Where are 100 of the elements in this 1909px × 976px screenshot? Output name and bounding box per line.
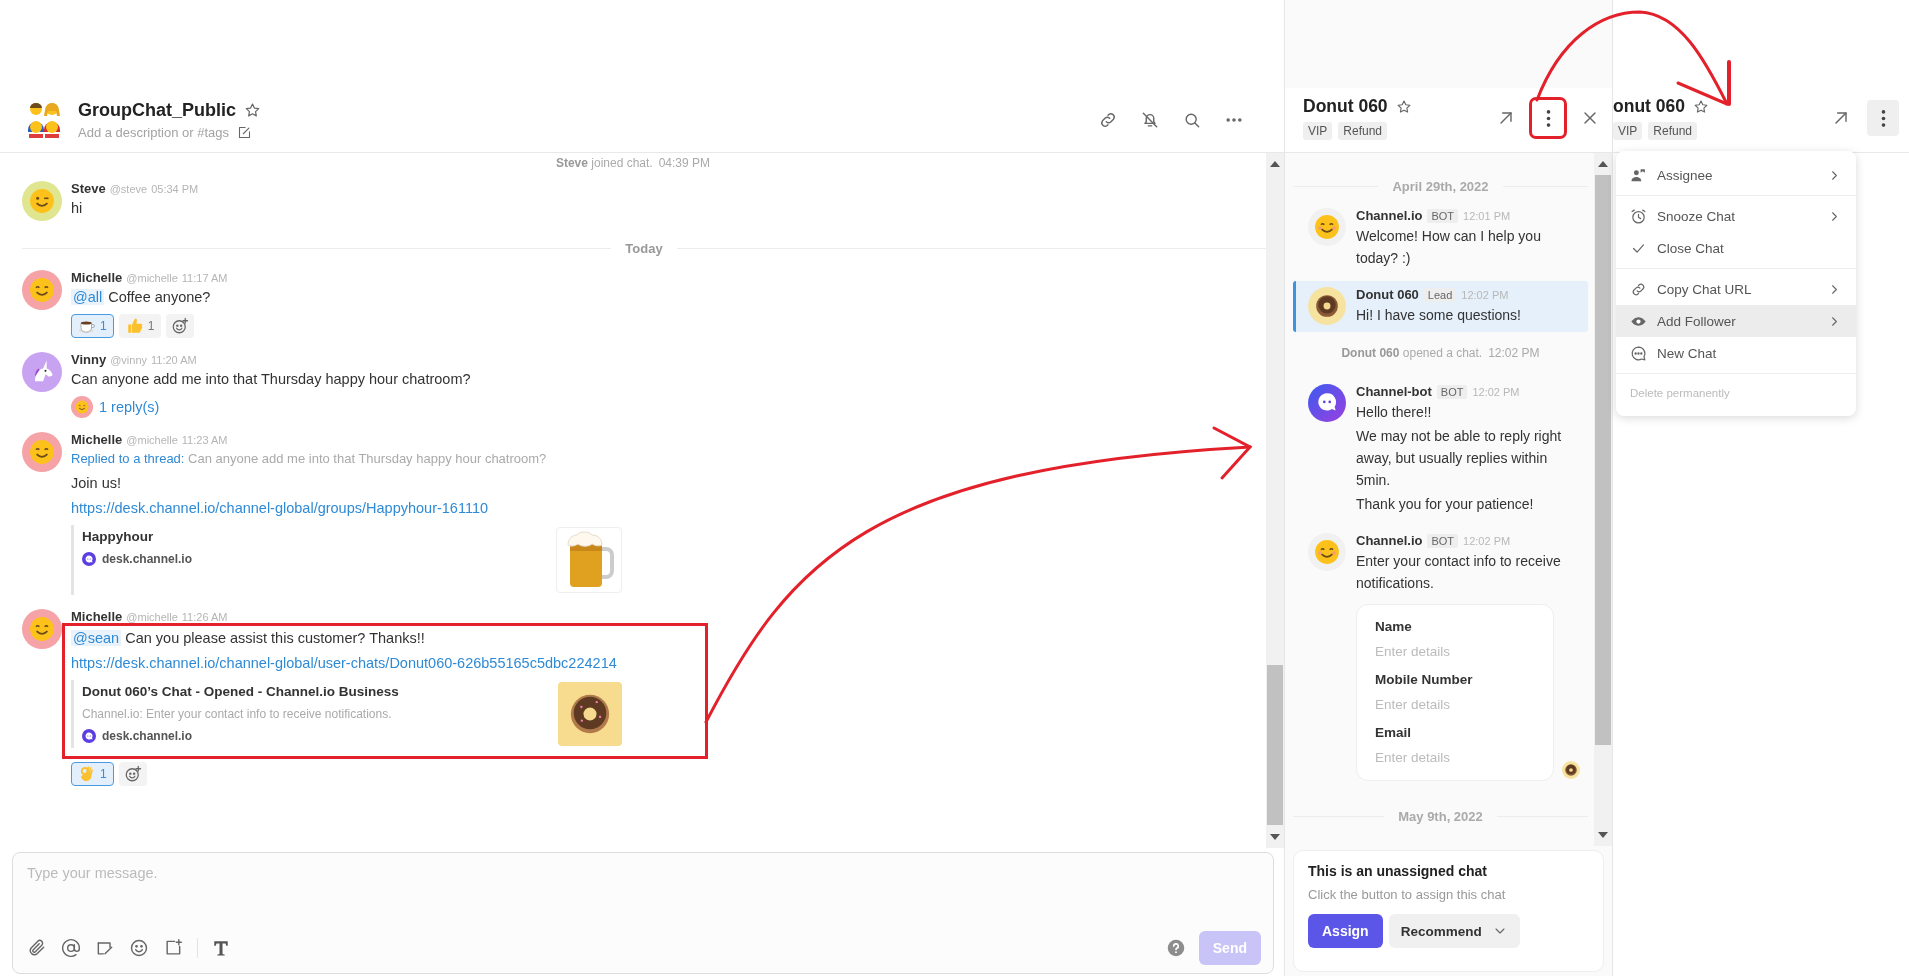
more-options-button[interactable]	[1532, 100, 1564, 136]
add-reaction-button[interactable]	[118, 762, 147, 786]
message-time: 05:34 PM	[151, 183, 199, 195]
message-link[interactable]: https://desk.channel.io/channel-global/user-chats/Donut060-626b55165c5dbc224214	[71, 653, 691, 674]
input-field[interactable]: Enter details	[1375, 750, 1515, 765]
sender-name: Channel-bot	[1356, 384, 1432, 399]
emoji-icon[interactable]	[129, 938, 149, 958]
sender-handle: @michelle	[126, 611, 178, 623]
smiley-face-icon	[29, 277, 55, 303]
sender-name: Donut 060	[1356, 287, 1419, 302]
card-title: This is an unassigned chat	[1308, 863, 1488, 879]
message-time: 12:01 PM	[1463, 209, 1511, 222]
sender-name: Vinny	[71, 352, 107, 367]
system-notice: Donut 060 opened a chat. 12:02 PM	[1340, 346, 1541, 360]
message-time: 11:20 AM	[151, 354, 197, 366]
mention-icon[interactable]	[61, 938, 81, 958]
recommend-dropdown[interactable]: Recommend	[1388, 914, 1520, 948]
message-text: @sean Can you please assist this customer? Thanks!!	[71, 629, 426, 648]
menu-item[interactable]: Close Chat	[1616, 232, 1856, 264]
ok-hand-icon	[78, 765, 96, 783]
star-icon[interactable]	[244, 102, 261, 119]
more-options-button[interactable]	[1867, 100, 1899, 136]
menu-item[interactable]: Snooze Chat	[1616, 200, 1856, 232]
form-label: Mobile Number	[1375, 672, 1474, 687]
chat-bubble-icon	[1630, 344, 1647, 362]
thread-replies-link[interactable]: 1 reply(s)	[99, 396, 160, 418]
smiley-face-icon	[1314, 214, 1340, 240]
star-icon[interactable]	[1395, 98, 1412, 115]
date-divider: May 9th, 2022	[1398, 809, 1483, 824]
menu-item[interactable]: Add Follower	[1616, 305, 1856, 337]
reaction-button[interactable]: 1	[118, 314, 162, 338]
link-preview-card[interactable]: Donut 060’s Chat - Opened - Channel.io Business Channel.io: Enter your contact info to receive notifications. desk.channel.io	[71, 680, 622, 748]
assign-button[interactable]: Assign	[1308, 914, 1383, 948]
preview-title: Donut 060’s Chat - Opened - Channel.io Business	[82, 684, 399, 699]
link-icon[interactable]	[1098, 110, 1118, 130]
role-badge: BOT	[1436, 384, 1468, 399]
message-text: Hello there!!	[1356, 403, 1433, 422]
star-icon[interactable]	[1692, 98, 1709, 115]
sender-name: Michelle	[71, 270, 123, 285]
person-flag-icon	[1630, 166, 1647, 184]
add-reaction-icon	[123, 765, 142, 783]
link-preview-card[interactable]: Happyhour desk.channel.io	[71, 525, 622, 595]
preview-domain: desk.channel.io	[102, 552, 193, 566]
bell-off-icon[interactable]	[1140, 110, 1160, 130]
message-time: 11:23 AM	[181, 434, 228, 446]
message-text: Join us!	[71, 474, 122, 493]
edit-icon[interactable]	[237, 125, 253, 140]
tag: Refund	[1648, 122, 1698, 140]
message-text: Hi! I have some questions!	[1356, 306, 1522, 325]
preview-domain: desk.channel.io	[102, 729, 193, 743]
reaction-button[interactable]: 1	[71, 314, 114, 338]
add-square-icon[interactable]	[163, 938, 183, 958]
selected-message[interactable]: Donut 060 Lead 12:02 PM Hi! I have some questions!	[1293, 281, 1588, 332]
input-field[interactable]: Enter details	[1375, 644, 1515, 659]
menu-item[interactable]: Copy Chat URL	[1616, 273, 1856, 305]
tag: VIP	[1303, 122, 1333, 140]
add-reaction-icon	[171, 317, 190, 335]
card-description: Click the button to assign this chat	[1308, 887, 1507, 902]
alarm-clock-icon	[1630, 207, 1647, 225]
donut-picture	[558, 682, 622, 746]
sender-handle: @vinny	[110, 354, 148, 366]
message-time: 12:02 PM	[1472, 385, 1520, 398]
date-divider: Today	[625, 241, 663, 256]
paperclip-icon[interactable]	[27, 938, 47, 958]
beer-mug-picture	[556, 527, 622, 593]
role-badge: BOT	[1427, 533, 1459, 548]
menu-item[interactable]: New Chat	[1616, 337, 1856, 369]
preview-title: Happyhour	[82, 529, 155, 544]
system-notice: Steve joined chat. 04:39 PM	[554, 155, 712, 172]
message-text: Enter your contact info to receive notifications.	[1356, 552, 1562, 593]
help-icon[interactable]	[1166, 939, 1185, 957]
form-label: Name	[1375, 619, 1413, 634]
scrollbar[interactable]	[1266, 153, 1284, 848]
message-time: 12:02 PM	[1463, 534, 1511, 547]
more-icon	[1880, 109, 1886, 127]
chat-title: GroupChat_Public	[78, 100, 236, 121]
sender-name: Channel.io	[1356, 533, 1423, 548]
message-text: hi	[71, 199, 84, 218]
menu-item[interactable]: Assignee	[1616, 159, 1856, 191]
sender-handle: @michelle	[126, 434, 178, 446]
sender-handle: @michelle	[126, 272, 178, 284]
reaction-button[interactable]: 1	[71, 762, 114, 786]
message-text: Welcome! How can I help you today? :)	[1356, 227, 1542, 268]
donut-icon	[1314, 293, 1340, 319]
message-time: 11:17 AM	[181, 272, 228, 284]
add-reaction-button[interactable]	[166, 314, 195, 338]
tag: VIP	[1613, 122, 1643, 140]
reply-quote: Replied to a thread: Can anyone add me into that Thursday happy hour chatroom?	[71, 450, 548, 468]
more-icon	[1545, 109, 1551, 127]
text-format-icon[interactable]	[212, 939, 230, 957]
message-link[interactable]: https://desk.channel.io/channel-global/groups/Happyhour-161110	[71, 498, 622, 519]
message-time: 11:26 AM	[181, 611, 228, 623]
form-label: Email	[1375, 725, 1413, 740]
message-text: Can anyone add me into that Thursday happy hour chatroom?	[71, 370, 471, 389]
smiley-face-icon	[1314, 539, 1340, 565]
input-field[interactable]: Enter details	[1375, 697, 1515, 712]
sender-name: Michelle	[71, 609, 123, 624]
message-input[interactable]: Type your message.	[27, 865, 1261, 931]
date-divider: April 29th, 2022	[1392, 179, 1489, 194]
scrollbar[interactable]	[1594, 153, 1612, 846]
